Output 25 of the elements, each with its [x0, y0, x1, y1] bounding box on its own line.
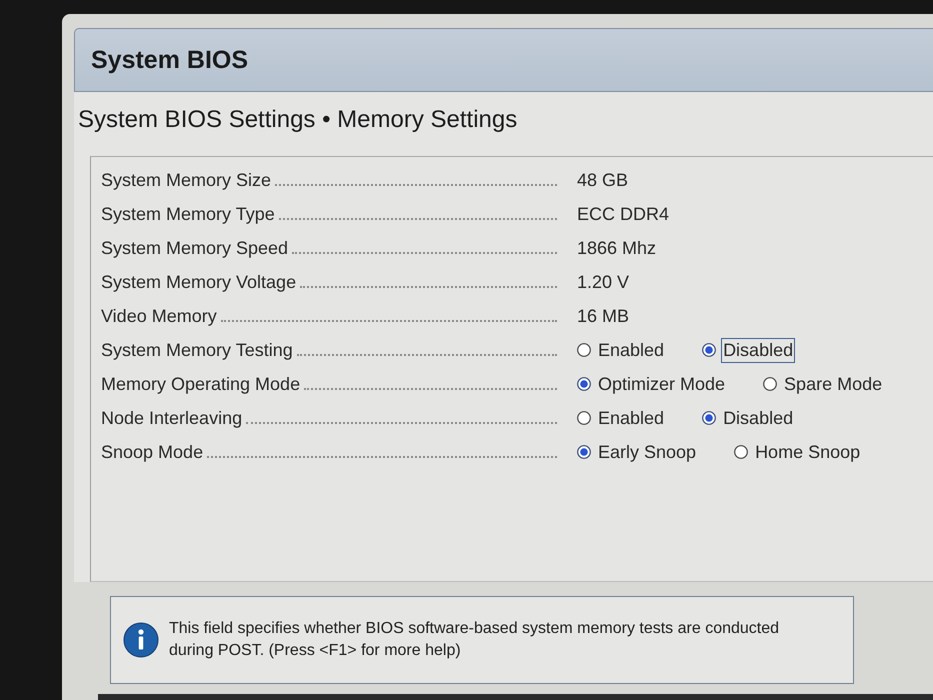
radio-option[interactable]: Home Snoop [734, 440, 862, 464]
window-title: System BIOS [91, 46, 248, 74]
setting-label: System Memory Voltage [101, 272, 296, 292]
setting-label: System Memory Size [101, 170, 272, 190]
setting-label: Snoop Mode [101, 442, 204, 462]
radio-option[interactable]: Optimizer Mode [577, 372, 728, 396]
setting-value: 1866 Mhz [577, 238, 656, 258]
page-title: System BIOS Settings • Memory Settings [78, 106, 518, 133]
setting-label: Node Interleaving [101, 408, 242, 428]
radio-option[interactable]: Spare Mode [763, 372, 884, 396]
setting-label: System Memory Type [101, 204, 275, 224]
radio-option[interactable]: Enabled [577, 338, 666, 362]
setting-label: Video Memory [101, 306, 217, 326]
setting-label: System Memory Testing [101, 340, 293, 360]
setting-value: ECC DDR4 [577, 204, 670, 224]
radio-option[interactable]: Enabled [577, 406, 666, 430]
info-icon [123, 622, 159, 658]
radio-option[interactable]: Early Snoop [577, 440, 698, 464]
radio-option[interactable]: Disabled [702, 406, 796, 430]
setting-value: 48 GB [577, 170, 628, 190]
setting-label: System Memory Speed [101, 238, 288, 258]
setting-label: Memory Operating Mode [101, 374, 300, 394]
setting-value: 1.20 V [577, 272, 630, 292]
setting-value: 16 MB [577, 306, 630, 326]
help-text: This field specifies whether BIOS software-based system memory tests are conducted during POST. (Press <F1> for more help) [169, 618, 780, 661]
